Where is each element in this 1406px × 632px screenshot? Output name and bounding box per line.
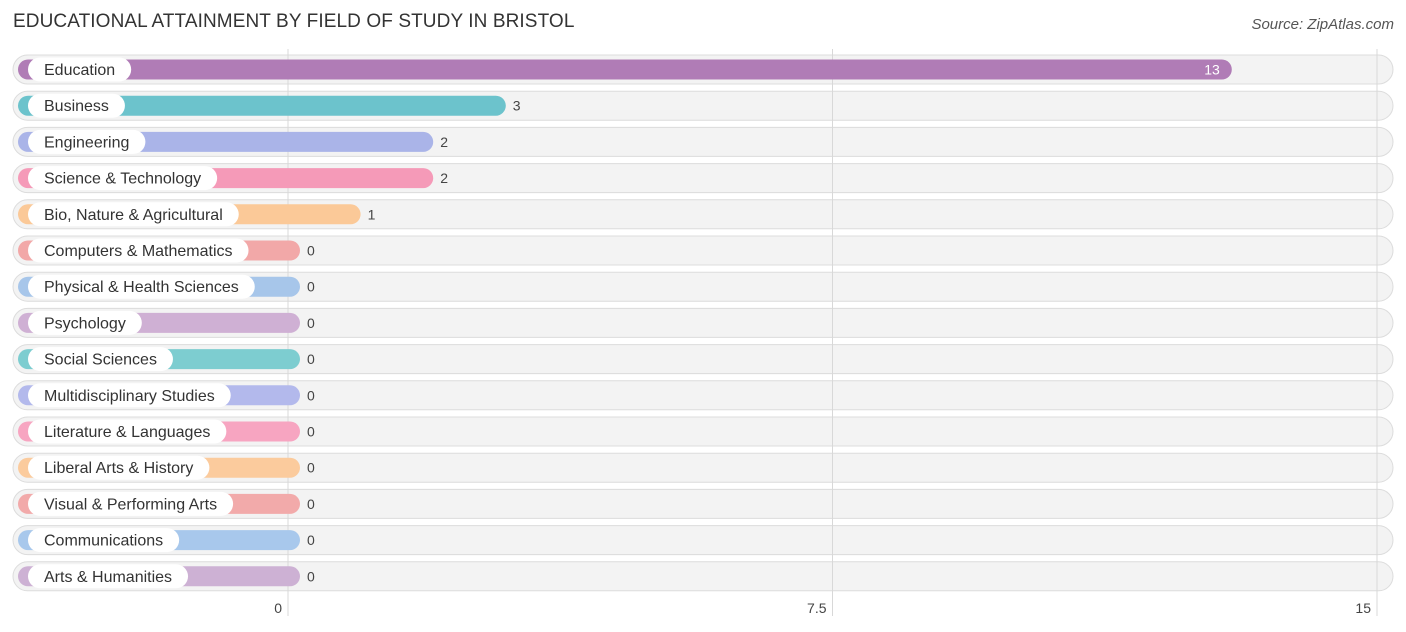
category-label: Psychology [44,315,126,332]
bar-group: Social Sciences 0 [18,347,315,372]
bar-group: Multidisciplinary Studies 0 [18,383,315,408]
value-label: 1 [368,206,376,222]
value-label: 0 [307,351,315,367]
x-tick-label: 15 [1355,600,1371,616]
category-label: Business [44,98,109,115]
value-label: 0 [307,496,315,512]
bar-group: Bio, Nature & Agricultural 1 [18,202,376,227]
bar-group: Visual & Performing Arts 0 [18,491,315,516]
value-label: 3 [513,98,521,114]
category-label: Science & Technology [44,171,201,188]
bar-group: Literature & Languages 0 [18,419,315,444]
category-label: Computers & Mathematics [44,243,233,260]
category-label: Engineering [44,134,129,151]
bar-group: Engineering 2 [18,129,448,154]
bar-group: Communications 0 [18,528,315,553]
bar-group: Science & Technology 2 [18,166,448,191]
category-label: Multidisciplinary Studies [44,388,215,405]
category-label: Arts & Humanities [44,569,172,586]
category-label: Social Sciences [44,352,157,369]
value-label: 0 [307,424,315,440]
value-label: 0 [307,243,315,259]
value-label: 2 [440,134,448,150]
bar-group: Arts & Humanities 0 [18,564,315,589]
x-tick-label: 0 [274,600,282,616]
bar-group: Physical & Health Sciences 0 [18,274,315,299]
value-label: 13 [1204,62,1220,78]
value-label: 0 [307,279,315,295]
bar-chart: Education 13Business 3Engineering 2Science … [12,49,1394,616]
category-label: Visual & Performing Arts [44,496,217,513]
category-label: Liberal Arts & History [44,460,193,477]
value-label: 0 [307,315,315,331]
value-label: 0 [307,460,315,476]
value-label: 0 [307,532,315,548]
bar [18,59,1232,80]
x-tick-label: 7.5 [807,600,827,616]
category-label: Bio, Nature & Agricultural [44,207,223,224]
bar-group: Business 3 [18,93,521,118]
bar-group: Education 13 [18,57,1232,82]
bar-group: Liberal Arts & History 0 [18,455,315,480]
category-label: Physical & Health Sciences [44,279,239,296]
bar-group: Psychology 0 [18,310,315,335]
value-label: 0 [307,387,315,403]
category-label: Literature & Languages [44,424,210,441]
bar-group: Computers & Mathematics 0 [18,238,315,263]
category-label: Education [44,62,115,79]
x-axis-ticks: 0 7.5 15 [274,600,1371,616]
category-label: Communications [44,533,163,550]
value-label: 0 [307,568,315,584]
value-label: 2 [440,170,448,186]
